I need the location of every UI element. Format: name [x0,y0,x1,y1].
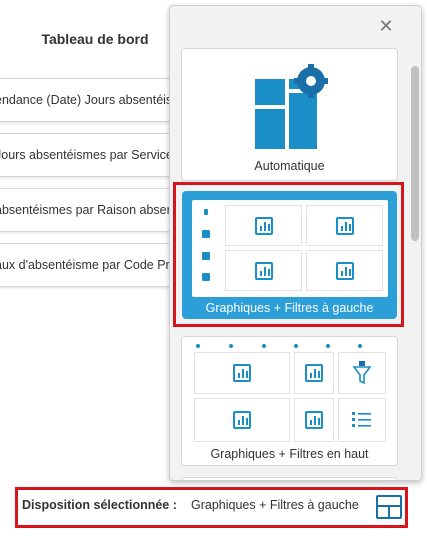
list-placeholder [338,398,386,442]
layout-option-filters-top[interactable]: Graphiques + Filtres en haut [181,336,398,466]
filter-dot-icon [262,344,266,348]
chart-placeholder [306,205,383,246]
cube-icon [202,273,210,281]
funnel-icon [352,361,372,385]
selected-layout-label: Disposition sélectionnée : [22,498,177,512]
auto-layout-icon [255,64,328,149]
chart-icon [233,411,251,429]
dashboard-title: Tableau de bord [41,31,149,47]
dashboard-widget-4[interactable]: aux d'absentéisme par Code Profil [0,243,182,287]
chart-placeholder [225,205,302,246]
layout-option-automatic[interactable]: Automatique [181,48,398,181]
list-icon [352,412,371,427]
close-icon[interactable]: ✕ [376,16,396,36]
filter-dot-icon [294,344,298,348]
dashboard-widget-3[interactable]: absentéismes par Raison absence [0,188,182,232]
dashboard-widget-2[interactable]: Jours absentéismes par Service [0,133,182,177]
chart-icon [233,364,251,382]
layout-option-label: Graphiques + Filtres à gauche [205,301,374,315]
layout-option-label: Graphiques + Filtres en haut [210,447,369,461]
chart-placeholder [225,250,302,291]
chart-icon [305,411,323,429]
chart-placeholder [306,250,383,291]
chart-icon [254,216,273,235]
filter-dot-icon [326,344,330,348]
layout-picker-button[interactable] [376,495,402,519]
filter-dot-icon [229,344,233,348]
widget-title: aux d'absentéisme par Code Profil [0,258,182,272]
chart-icon [254,261,273,280]
filter-dot-icon [358,344,362,348]
layout-preview-filters-left [192,200,388,297]
layout-option-label: Automatique [254,159,325,173]
filter-funnel-placeholder [338,352,386,394]
widget-title: absentéismes par Raison absence [0,203,182,217]
selected-layout-value: Graphiques + Filtres à gauche [191,498,359,512]
chart-placeholder [194,352,290,394]
chart-placeholder [294,352,334,394]
chart-placeholder [294,398,334,442]
cube-icon [202,230,210,238]
widget-title: endance (Date) Jours absentéismes [0,93,182,107]
chart-icon [305,364,323,382]
chart-placeholder [194,398,290,442]
dashboard-widget-1[interactable]: endance (Date) Jours absentéismes [0,78,182,122]
chart-icon [335,216,354,235]
panel-scrollbar-thumb[interactable] [411,66,419,241]
filter-dot-icon [196,344,200,348]
layout-divider [388,505,390,517]
layout-option-more[interactable] [181,477,398,480]
widget-title: Jours absentéismes par Service [0,148,173,162]
filter-icon [204,209,208,215]
cube-icon [202,252,210,260]
chart-icon [335,261,354,280]
